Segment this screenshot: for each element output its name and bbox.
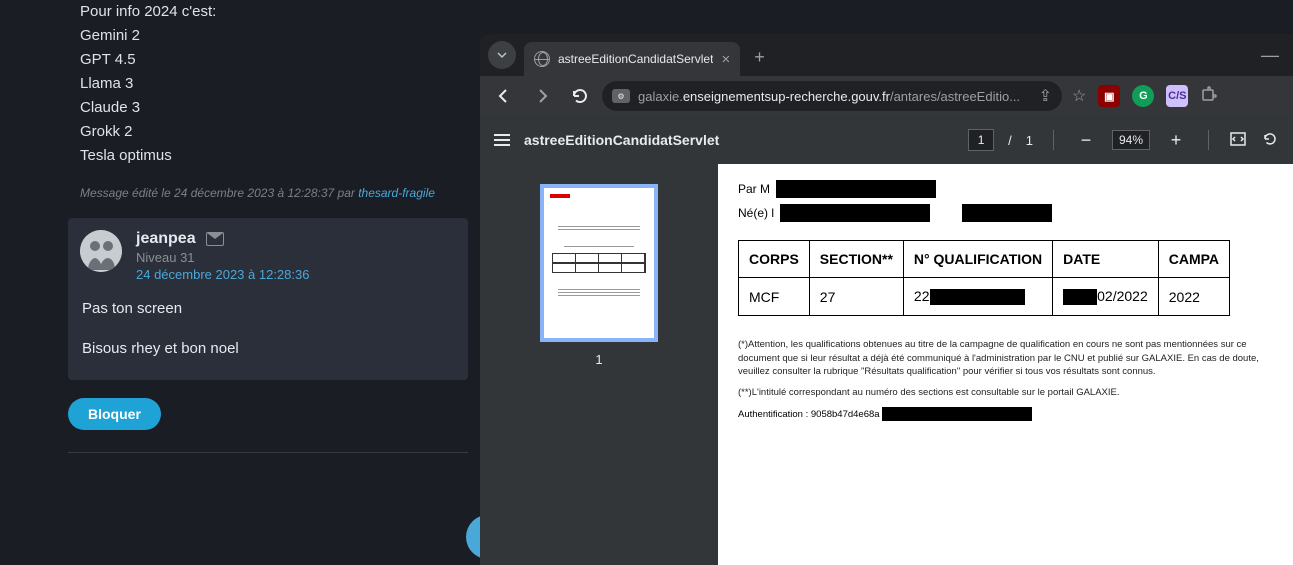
post-line: Llama 3 — [80, 72, 460, 96]
post-line: GPT 4.5 — [80, 48, 460, 72]
auth-line: Authentification : 9058b47d4e68a — [738, 407, 1277, 421]
post-timestamp[interactable]: 24 décembre 2023 à 12:28:36 — [136, 267, 454, 282]
forward-button[interactable] — [526, 80, 558, 112]
page-thumbnail[interactable] — [540, 184, 658, 342]
post-line: Gemini 2 — [80, 24, 460, 48]
redacted — [776, 180, 936, 198]
zoom-out-button[interactable]: − — [1074, 128, 1098, 152]
td-qualif: 22 — [903, 278, 1052, 316]
post-line: Tesla optimus — [80, 144, 460, 168]
page-sep: / — [1008, 133, 1012, 148]
tab-title: astreeEditionCandidatServlet — [558, 52, 713, 66]
th-date: DATE — [1053, 241, 1159, 278]
redacted — [930, 289, 1025, 305]
forum-panel: Pour info 2024 c'est: Gemini 2 GPT 4.5 L… — [0, 0, 480, 565]
post-content: Pour info 2024 c'est: Gemini 2 GPT 4.5 L… — [0, 0, 480, 200]
th-corps: CORPS — [739, 241, 810, 278]
footnotes: (*)Attention, les qualifications obtenue… — [738, 338, 1277, 399]
page-total: 1 — [1026, 133, 1033, 148]
browser-window: astreeEditionCandidatServlet × + — ⚙ gal… — [480, 34, 1293, 565]
redacted — [882, 407, 1032, 421]
avatar[interactable] — [80, 230, 122, 272]
pdf-toolbar: astreeEditionCandidatServlet / 1 − 94% + — [480, 116, 1293, 164]
post-header: jeanpea Niveau 31 24 décembre 2023 à 12:… — [136, 230, 454, 282]
extension-ublock[interactable]: ▣ — [1098, 85, 1120, 107]
bookmark-icon[interactable]: ☆ — [1072, 86, 1086, 106]
fit-page-icon[interactable] — [1229, 130, 1247, 151]
username[interactable]: jeanpea — [136, 230, 196, 248]
separator — [1053, 130, 1054, 150]
editor-link[interactable]: thesard-fragile — [358, 186, 435, 200]
extension-cs[interactable]: C/S — [1166, 85, 1188, 107]
redacted — [780, 204, 930, 222]
cell-text: 02/2022 — [1097, 288, 1148, 304]
browser-tab[interactable]: astreeEditionCandidatServlet × — [524, 42, 740, 76]
user-level: Niveau 31 — [136, 250, 454, 265]
block-button[interactable]: Bloquer — [68, 398, 161, 430]
pdf-title: astreeEditionCandidatServlet — [524, 132, 719, 148]
cell-text: 22 — [914, 288, 930, 304]
post-body: Pas ton screen Bisous rhey et bon noel — [82, 296, 454, 362]
table-row: MCF 27 22 02/2022 2022 — [739, 278, 1230, 316]
td-campagne: 2022 — [1158, 278, 1229, 316]
site-controls-icon[interactable]: ⚙ — [612, 89, 630, 103]
redacted — [962, 204, 1052, 222]
page-input[interactable] — [968, 129, 994, 151]
close-icon[interactable]: × — [721, 52, 730, 67]
zoom-value[interactable]: 94% — [1112, 130, 1150, 150]
post-line: Grokk 2 — [80, 120, 460, 144]
address-bar: ⚙ galaxie.galaxie.enseignementsup-recher… — [480, 76, 1293, 116]
td-corps: MCF — [739, 278, 810, 316]
pdf-body: 1 Par M Né(e) l CORPS SECTION** N° QUALI… — [480, 164, 1293, 565]
field-par: Par M — [738, 180, 1277, 198]
field-label: Par M — [738, 182, 770, 196]
edit-notice: Message édité le 24 décembre 2023 à 12:2… — [80, 186, 460, 200]
reload-button[interactable] — [564, 80, 596, 112]
extensions-icon[interactable] — [1200, 85, 1218, 108]
post-text: Pas ton screen — [82, 296, 454, 322]
note: (*)Attention, les qualifications obtenue… — [738, 338, 1277, 378]
minimize-button[interactable]: — — [1261, 45, 1293, 76]
thumbnail-panel: 1 — [480, 164, 718, 565]
rotate-icon[interactable] — [1261, 130, 1279, 151]
zoom-in-button[interactable]: + — [1164, 128, 1188, 152]
divider — [68, 452, 468, 453]
tab-bar: astreeEditionCandidatServlet × + — — [480, 34, 1293, 76]
table-header-row: CORPS SECTION** N° QUALIFICATION DATE CA… — [739, 241, 1230, 278]
post-text: Bisous rhey et bon noel — [82, 336, 454, 362]
post-line: Claude 3 — [80, 96, 460, 120]
new-tab-button[interactable]: + — [744, 39, 775, 76]
back-button[interactable] — [488, 80, 520, 112]
menu-icon[interactable] — [494, 134, 510, 146]
globe-icon — [534, 51, 550, 67]
pdf-page[interactable]: Par M Né(e) l CORPS SECTION** N° QUALIFI… — [718, 164, 1293, 565]
th-section: SECTION** — [809, 241, 903, 278]
field-label: Né(e) l — [738, 206, 774, 220]
td-date: 02/2022 — [1053, 278, 1159, 316]
post-card: jeanpea Niveau 31 24 décembre 2023 à 12:… — [68, 218, 468, 380]
redacted — [1063, 289, 1097, 305]
thumbnail-number: 1 — [595, 352, 602, 367]
tab-search-button[interactable] — [488, 41, 516, 69]
field-ne: Né(e) l — [738, 204, 1277, 222]
url-text: galaxie.galaxie.enseignementsup-recherch… — [638, 89, 1031, 104]
edit-prefix: Message édité le 24 décembre 2023 à 12:2… — [80, 186, 358, 200]
omnibox[interactable]: ⚙ galaxie.galaxie.enseignementsup-recher… — [602, 81, 1062, 111]
auth-label: Authentification : 9058b47d4e68a — [738, 409, 880, 420]
th-qualif: N° QUALIFICATION — [903, 241, 1052, 278]
extension-grammarly[interactable]: G — [1132, 85, 1154, 107]
td-section: 27 — [809, 278, 903, 316]
post-line: Pour info 2024 c'est: — [80, 0, 460, 24]
th-campagne: CAMPA — [1158, 241, 1229, 278]
qualification-table: CORPS SECTION** N° QUALIFICATION DATE CA… — [738, 240, 1230, 316]
separator — [1208, 130, 1209, 150]
share-icon[interactable]: ⇪ — [1039, 86, 1052, 106]
mail-icon[interactable] — [206, 232, 224, 246]
note: (**)L'intitulé correspondant au numéro d… — [738, 386, 1277, 399]
